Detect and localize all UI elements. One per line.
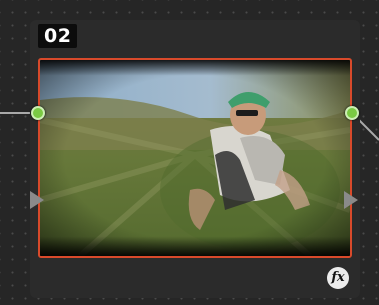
output-connection-port[interactable] xyxy=(345,106,359,120)
key-input-triangle-icon[interactable] xyxy=(30,191,44,209)
input-connection-port[interactable] xyxy=(31,106,45,120)
thumbnail-image xyxy=(40,60,350,256)
node-editor-canvas[interactable]: 02 fx xyxy=(0,0,379,305)
node-thumbnail xyxy=(38,58,352,258)
corrector-node[interactable]: 02 fx xyxy=(30,20,360,298)
node-number-label: 02 xyxy=(38,24,78,48)
fx-icon[interactable]: fx xyxy=(327,267,349,289)
key-output-triangle-icon[interactable] xyxy=(344,191,358,209)
